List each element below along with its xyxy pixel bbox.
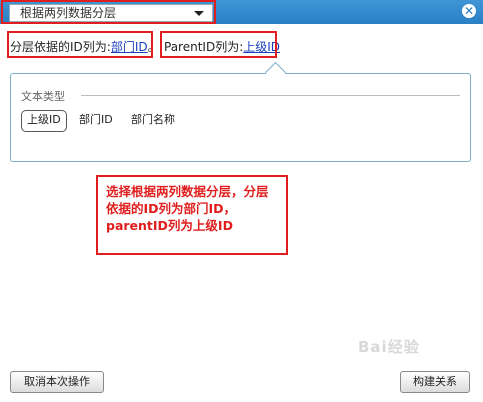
layer-settings-dialog: 根据两列数据分层 ✕ 分层依据的ID列为:部门ID。 ParentID列为:上级…: [0, 0, 483, 402]
build-relation-button[interactable]: 构建关系: [400, 371, 470, 393]
text-type-group-title: 文本类型: [21, 90, 65, 103]
group-divider: [81, 95, 460, 96]
watermark-logo: Bai经验: [358, 338, 420, 356]
popover-caret: [264, 61, 287, 84]
column-option-dept-name[interactable]: 部门名称: [131, 110, 175, 130]
close-icon[interactable]: ✕: [462, 4, 476, 18]
column-option-parent-id[interactable]: 上级ID: [21, 110, 67, 132]
column-picker-popover: 文本类型 上级ID 部门ID 部门名称: [10, 61, 471, 162]
annotation-note: 选择根据两列数据分层，分层依据的ID列为部门ID，parentID列为上级ID: [96, 175, 288, 255]
highlight-box-parent-column: [160, 31, 277, 58]
highlight-box-mode-select: [1, 0, 216, 24]
highlight-box-id-column: [7, 31, 153, 58]
column-option-dept-id[interactable]: 部门ID: [79, 110, 113, 130]
cancel-button[interactable]: 取消本次操作: [10, 371, 104, 393]
